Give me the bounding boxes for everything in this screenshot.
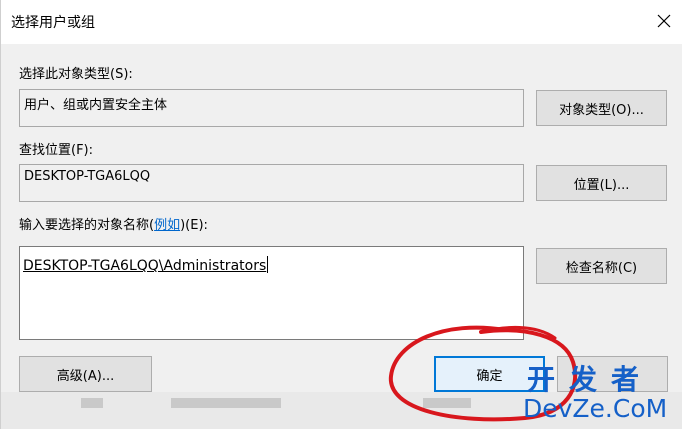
location-field: DESKTOP-TGA6LQQ (19, 164, 524, 202)
object-types-button[interactable]: 对象类型(O)... (536, 90, 667, 126)
object-type-value: 用户、组或内置安全主体 (24, 98, 168, 113)
background-ghost-text (81, 398, 103, 408)
location-value: DESKTOP-TGA6LQQ (24, 169, 151, 184)
advanced-button[interactable]: 高级(A)... (19, 356, 152, 392)
object-names-label-suffix: )(E): (180, 218, 208, 233)
examples-link[interactable]: 例如 (154, 218, 180, 233)
title-bar: 选择用户或组 (1, 0, 682, 44)
object-names-value: DESKTOP-TGA6LQQ\Administrators (23, 258, 267, 274)
location-label: 查找位置(F): (19, 143, 94, 158)
object-names-input[interactable]: DESKTOP-TGA6LQQ\Administrators (19, 246, 524, 340)
background-ghost-text (171, 398, 281, 408)
watermark-en: DevZe.CoM (523, 394, 668, 423)
select-users-or-groups-dialog: 选择用户或组 选择此对象类型(S): 用户、组或内置安全主体 对象类型(O)..… (0, 0, 682, 429)
object-type-field: 用户、组或内置安全主体 (19, 89, 524, 127)
watermark: 开发者 DevZe.CoM (523, 358, 682, 426)
object-type-label: 选择此对象类型(S): (19, 67, 133, 82)
check-names-button[interactable]: 检查名称(C) (536, 248, 667, 284)
text-caret (267, 256, 269, 273)
close-icon[interactable] (653, 10, 675, 32)
object-names-label-prefix: 输入要选择的对象名称( (19, 218, 155, 233)
locations-button[interactable]: 位置(L)... (536, 165, 667, 201)
object-names-label: 输入要选择的对象名称(例如)(E): (19, 214, 208, 233)
dialog-title: 选择用户或组 (11, 15, 95, 31)
background-ghost-text (423, 398, 471, 408)
watermark-cn: 开发者 (527, 363, 654, 396)
